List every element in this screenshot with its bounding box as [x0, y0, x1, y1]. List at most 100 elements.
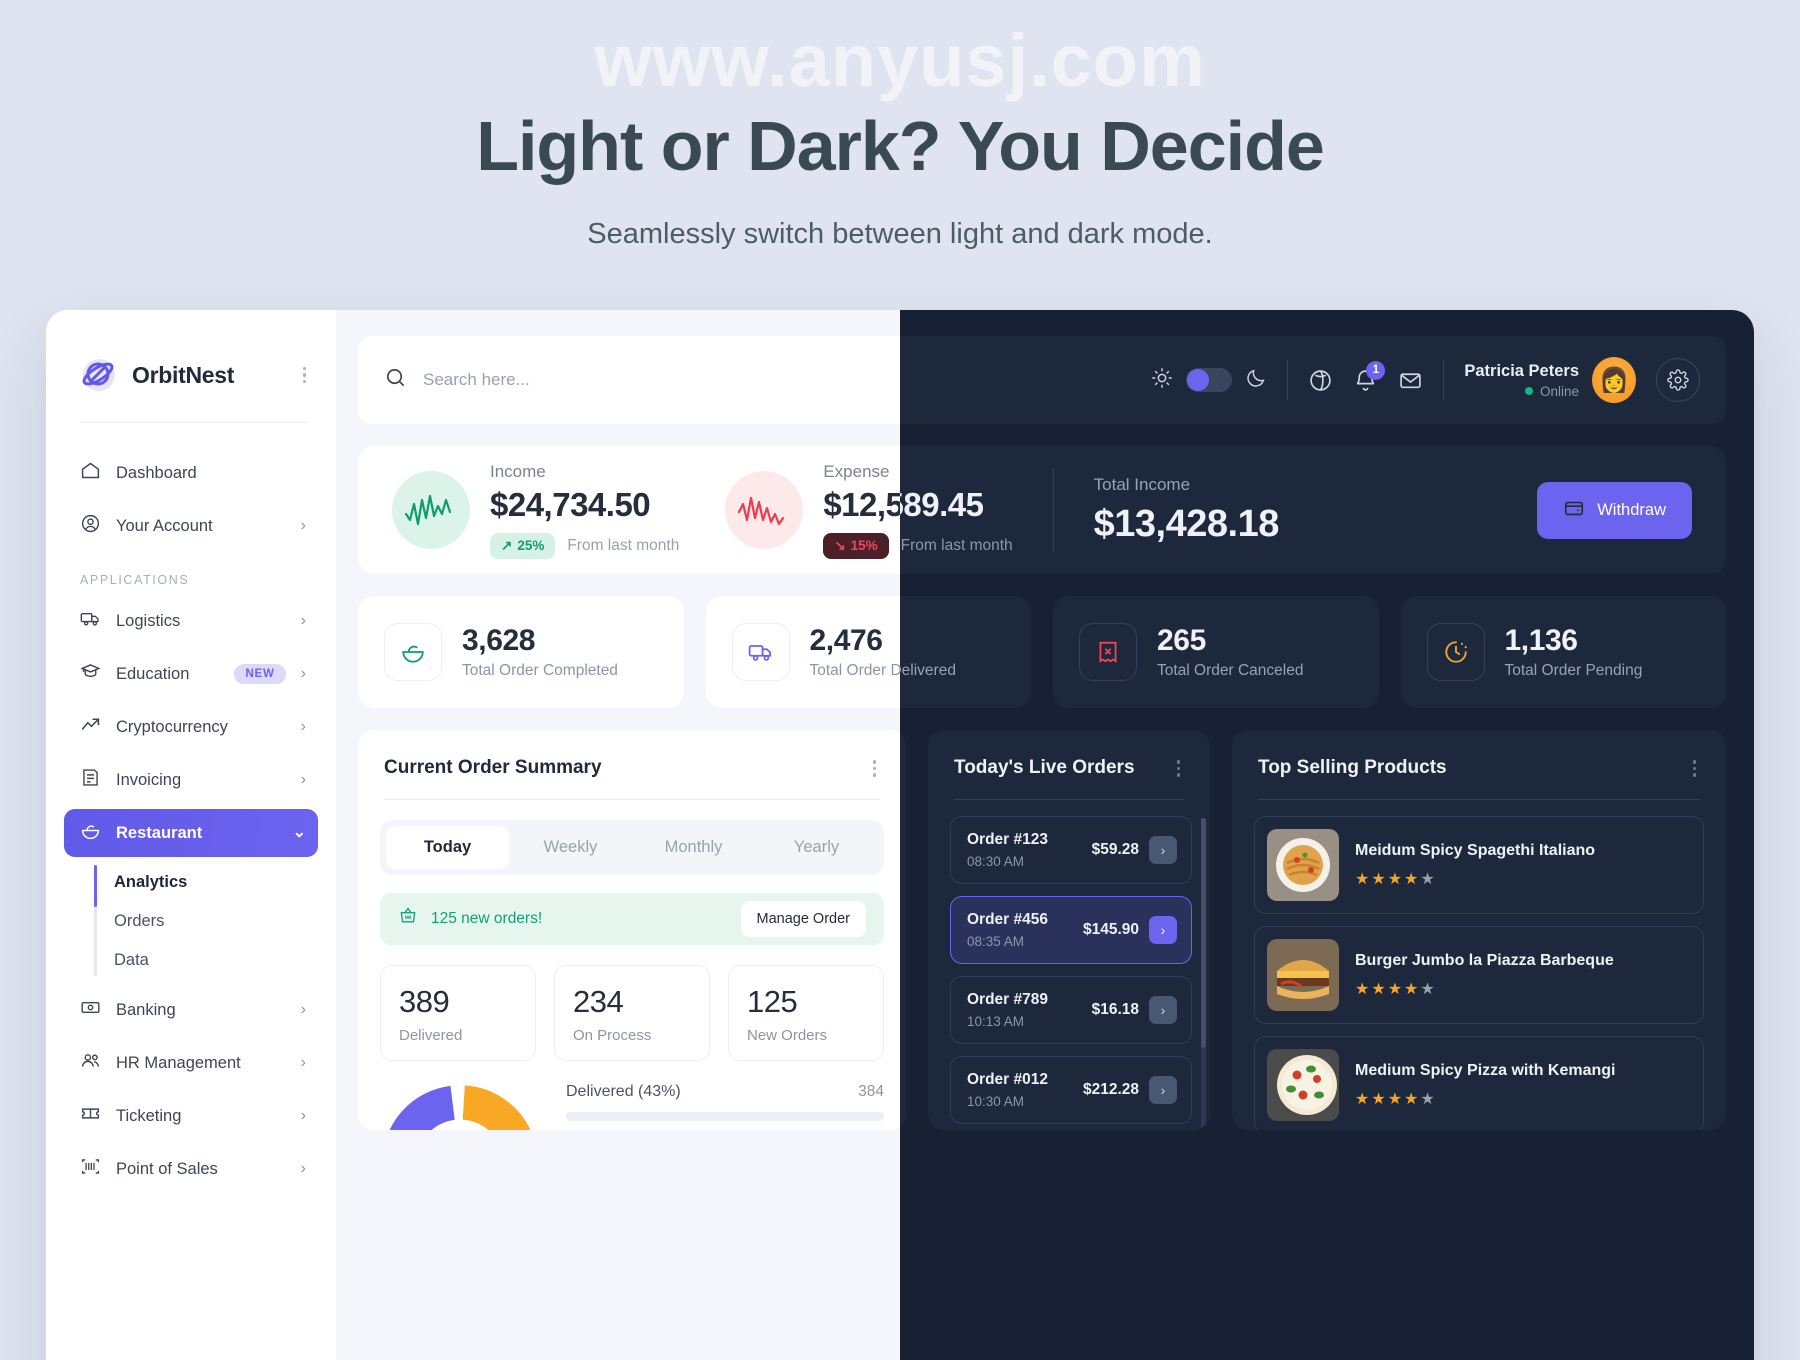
list-item[interactable]: Order #123 08:30 AM $59.28 › [950, 815, 1192, 884]
withdraw-button[interactable]: Withdraw [1537, 481, 1692, 539]
sidebar-item-hr-management[interactable]: HR Management › [64, 1039, 318, 1087]
list-item[interactable]: Order #789 10:13 AM $16.18 › [950, 975, 1192, 1044]
sparkline-green-icon [392, 471, 470, 549]
mail-icon[interactable] [1398, 368, 1423, 393]
stat-card-delivered: 2,476 Total Order Delivered [705, 596, 1031, 708]
chevron-down-icon: ⌄ [292, 824, 306, 841]
income-delta-badge: ↗ 25% [490, 532, 556, 559]
new-orders-alert: 125 new orders! Manage Order [380, 892, 884, 945]
order-time: 10:30 AM [967, 1093, 1025, 1109]
orders-scrollbar[interactable] [1201, 817, 1206, 1130]
sidebar-item-invoicing[interactable]: Invoicing › [64, 756, 318, 804]
orders-list: Order #123 08:30 AM $59.28 › Order #456 … [928, 800, 1210, 1130]
order-breakdown: Delivered (43%) 384 On Process (37%) 234… [380, 1082, 884, 1130]
theme-toggle-group[interactable] [1151, 367, 1267, 394]
topbar-divider-2 [1443, 360, 1445, 400]
sidebar-item-your-account[interactable]: Your Account › [64, 502, 318, 550]
chevron-right-icon: › [300, 665, 306, 682]
list-item[interactable]: Burger Jumbo la Piazza Barbeque ★★★★★ [1254, 925, 1704, 1024]
list-item[interactable]: Medium Spicy Pizza with Kemangi ★★★★★ [1254, 1035, 1704, 1130]
total-income-value: $13,428.18 [1093, 502, 1280, 545]
current-order-summary-panel: Current Order Summary Today Weekly Month… [358, 730, 906, 1130]
notification-badge: 1 [1366, 360, 1386, 380]
truck-icon [80, 608, 101, 634]
status-dot-icon [1524, 387, 1533, 395]
bar-value: 384 [858, 1082, 884, 1100]
search-input[interactable] [423, 370, 1134, 390]
bar-track [566, 1111, 884, 1121]
sidebar-item-analytics[interactable]: Analytics [114, 863, 318, 902]
user-profile[interactable]: Patricia Peters Online 👩 [1464, 357, 1636, 403]
mini-stat-new-orders: 125 New Orders [728, 964, 884, 1061]
bell-icon[interactable]: 1 [1353, 360, 1386, 393]
summary-divider [1052, 468, 1054, 552]
order-amount: $59.28 [1091, 840, 1139, 858]
financial-summary: Income $24,734.50 ↗ 25% From last month [358, 446, 1726, 574]
user-circle-icon [80, 513, 101, 539]
chevron-right-icon[interactable]: › [1149, 1075, 1177, 1104]
tab-yearly[interactable]: Yearly [755, 826, 878, 869]
sidebar-item-banking[interactable]: Banking › [64, 986, 318, 1034]
user-name: Patricia Peters [1464, 361, 1579, 380]
chevron-right-icon[interactable]: › [1149, 835, 1177, 864]
sidebar-item-label: Logistics [116, 611, 181, 630]
sidebar-section-label: APPLICATIONS [80, 573, 190, 587]
sidebar-item-label: Point of Sales [116, 1159, 218, 1178]
sidebar-item-ticketing[interactable]: Ticketing › [64, 1092, 318, 1140]
receipt-x-icon [1079, 623, 1137, 681]
mini-label: Delivered [399, 1026, 463, 1044]
rating-stars: ★★★★★ [1355, 1090, 1437, 1108]
chevron-right-icon: › [300, 718, 306, 735]
page-title: Light or Dark? You Decide [476, 107, 1325, 185]
sidebar-item-label: Restaurant [116, 823, 203, 842]
sidebar-item-restaurant[interactable]: Restaurant ⌄ [64, 809, 318, 857]
sun-icon[interactable] [1151, 367, 1173, 394]
panel-menu-button[interactable] [1689, 756, 1701, 781]
order-time: 10:13 AM [967, 1013, 1025, 1029]
sidebar-item-point-of-sales[interactable]: Point of Sales › [64, 1145, 318, 1193]
sidebar-item-data[interactable]: Data [114, 941, 318, 980]
sidebar-item-logistics[interactable]: Logistics › [64, 597, 318, 645]
order-amount: $16.18 [1091, 1000, 1139, 1018]
list-item[interactable]: Order #012 10:30 AM $212.28 › [950, 1055, 1192, 1124]
income-delta: 25% [517, 538, 545, 553]
tab-monthly[interactable]: Monthly [632, 826, 755, 869]
panel-header: Current Order Summary [358, 730, 906, 799]
user-status: Online [1464, 384, 1579, 399]
list-item[interactable]: Meidum Spicy Spagethi Italiano ★★★★★ [1254, 815, 1704, 914]
moon-icon[interactable] [1245, 367, 1267, 394]
brand-name: OrbitNest [132, 361, 235, 388]
chevron-right-icon[interactable]: › [1149, 995, 1177, 1024]
panel-menu-button[interactable] [869, 756, 881, 781]
chevron-right-icon[interactable]: › [1149, 915, 1177, 944]
topbar-divider [1287, 360, 1289, 400]
expense-footer: ↘ 15% From last month [823, 532, 1013, 559]
sidebar-item-education[interactable]: Education NEW › [64, 650, 318, 698]
period-tabs: Today Weekly Monthly Yearly [380, 819, 884, 875]
theme-switch[interactable] [1186, 368, 1233, 392]
stat-value: 3,628 [462, 624, 536, 657]
sidebar-item-orders[interactable]: Orders [114, 902, 318, 941]
panel-title: Top Selling Products [1258, 757, 1447, 779]
avatar[interactable]: 👩 [1592, 357, 1636, 403]
income-label: Income [490, 461, 546, 481]
active-subnav-marker [94, 865, 97, 907]
spaghetti-photo [1267, 828, 1339, 901]
tab-today[interactable]: Today [386, 825, 509, 869]
gear-icon[interactable] [1656, 358, 1700, 402]
stat-value: 1,136 [1504, 624, 1578, 657]
stat-value: 265 [1157, 624, 1206, 657]
list-item[interactable]: Order #456 08:35 AM $145.90 › [950, 895, 1192, 964]
search-bar[interactable] [384, 366, 1134, 394]
tab-weekly[interactable]: Weekly [509, 826, 632, 869]
globe-icon[interactable] [1308, 368, 1333, 393]
sidebar-item-label: Banking [116, 1000, 176, 1019]
manage-order-button[interactable]: Manage Order [740, 900, 866, 937]
sidebar-menu-button[interactable] [299, 363, 311, 388]
mini-stat-delivered: 389 Delivered [380, 964, 536, 1061]
sidebar-item-dashboard[interactable]: Dashboard [64, 449, 318, 497]
sidebar-item-cryptocurrency[interactable]: Cryptocurrency › [64, 703, 318, 751]
panel-menu-button[interactable] [1173, 756, 1185, 781]
sidebar-item-label: Cryptocurrency [116, 717, 228, 736]
sidebar-item-label: Education [116, 664, 190, 683]
